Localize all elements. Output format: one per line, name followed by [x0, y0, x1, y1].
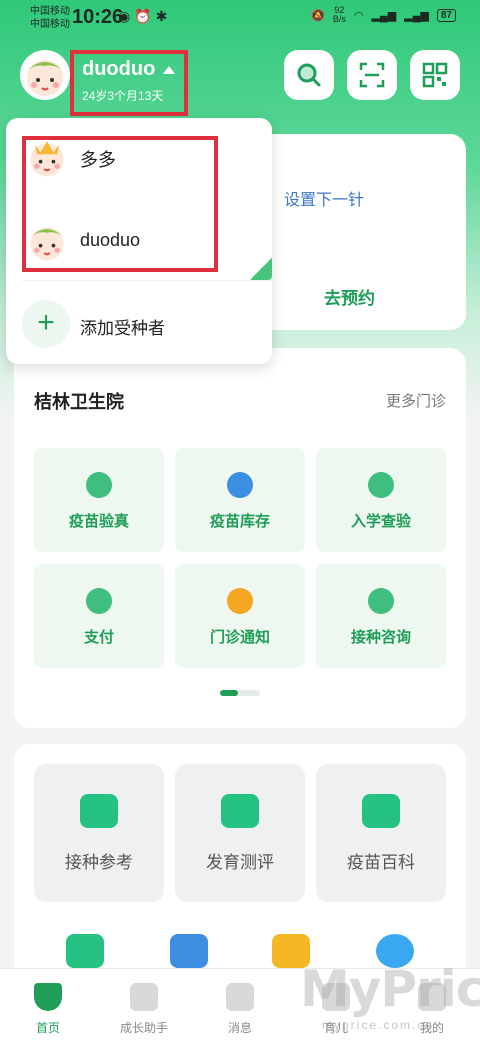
qrcode-button[interactable] [410, 50, 460, 100]
home-icon [34, 983, 62, 1011]
profile-age: 24岁3个月13天 [82, 89, 164, 103]
watermark: MyPrice [300, 960, 480, 1018]
carrier-info: 中国移动 中国移动 [30, 6, 70, 30]
tool-vaccine-encyclopedia[interactable]: 疫苗百科 [316, 764, 446, 902]
clock: 10:26 [72, 6, 124, 28]
battery-icon: 87 [436, 8, 456, 22]
network-speed: 92 B/s [332, 5, 346, 24]
hospital-card: 桔林卫生院 更多门诊 疫苗验真 疫苗库存 入学查验 支付 门诊通知 接种咨询 [14, 348, 466, 728]
status-right: 🔕 92 B/s ◠ ▂▄▆ ▂▄▆ 87 [311, 6, 456, 24]
wallet-icon [86, 588, 112, 614]
tile-vaccine-stock[interactable]: 疫苗库存 [175, 448, 305, 552]
wifi-icon: ◠ [353, 9, 364, 22]
page-indicator-active [220, 690, 238, 696]
scan-button[interactable] [347, 50, 397, 100]
search-button[interactable] [284, 50, 334, 100]
qrcode-icon [422, 62, 448, 88]
tile-school-check[interactable]: 入学查验 [316, 448, 446, 552]
tile-payment[interactable]: 支付 [34, 564, 164, 668]
plus-icon: + [37, 306, 55, 339]
profile-avatar[interactable] [20, 50, 70, 100]
more-clinics-link[interactable]: 更多门诊 [386, 390, 446, 411]
selection-highlight [22, 136, 218, 272]
chart-icon [130, 983, 158, 1011]
eye-icon: ◉ [118, 8, 135, 24]
profile-name: duoduo [82, 58, 156, 80]
vaccine-stock-icon [227, 472, 253, 498]
encyclopedia-icon [362, 794, 400, 828]
music-icon[interactable] [170, 934, 208, 968]
cartoon-avatar-icon [27, 60, 63, 96]
calendar-search-icon [80, 794, 118, 828]
search-icon [297, 63, 321, 87]
selected-check-icon [250, 258, 272, 280]
tile-clinic-notice[interactable]: 门诊通知 [175, 564, 305, 668]
signal-icon: ▂▄▆ [371, 9, 397, 22]
signal-icon-2: ▂▄▆ [404, 9, 429, 22]
tile-vaccination-consult[interactable]: 接种咨询 [316, 564, 446, 668]
consult-icon [368, 588, 394, 614]
caret-up-icon [163, 65, 176, 74]
page-indicator [220, 690, 260, 696]
megaphone-icon [227, 588, 253, 614]
bluetooth-icon: ✱ [155, 8, 172, 24]
message-icon [226, 983, 254, 1011]
divider [22, 280, 272, 281]
status-icons: ◉⏰✱ [118, 8, 171, 25]
add-recipient-button[interactable]: + [22, 300, 70, 348]
tile-vaccine-verify[interactable]: 疫苗验真 [34, 448, 164, 552]
add-recipient-label[interactable]: 添加受种者 [80, 314, 165, 339]
profile-dropdown: 多多 duoduo + 添加受种者 [6, 118, 272, 364]
assessment-icon [221, 794, 259, 828]
appointment-card: 设置下一针 去预约 [258, 134, 466, 330]
tool-development-assessment[interactable]: 发育测评 [175, 764, 305, 902]
scan-icon [359, 62, 385, 88]
status-bar: 中国移动 中国移动 10:26 ◉⏰✱ 🔕 92 B/s ◠ ▂▄▆ ▂▄▆ 87 [0, 0, 480, 36]
next-dose-link[interactable]: 设置下一针 [284, 186, 364, 210]
vaccine-verify-icon [86, 472, 112, 498]
profile-switcher[interactable]: duoduo 24岁3个月13天 [70, 50, 188, 116]
watermark-url: myprice.com.cn [322, 1018, 435, 1032]
mute-icon: 🔕 [311, 9, 325, 22]
alarm-icon: ⏰ [134, 8, 156, 24]
book-appointment-button[interactable]: 去预约 [324, 284, 375, 309]
tool-vaccination-reference[interactable]: 接种参考 [34, 764, 164, 902]
chat-icon[interactable] [66, 934, 104, 968]
tab-messages[interactable]: 消息 [192, 969, 288, 1040]
tab-growth-assistant[interactable]: 成长助手 [96, 969, 192, 1040]
tab-home[interactable]: 首页 [0, 969, 96, 1040]
school-check-icon [368, 472, 394, 498]
hospital-name: 桔林卫生院 [34, 392, 124, 412]
